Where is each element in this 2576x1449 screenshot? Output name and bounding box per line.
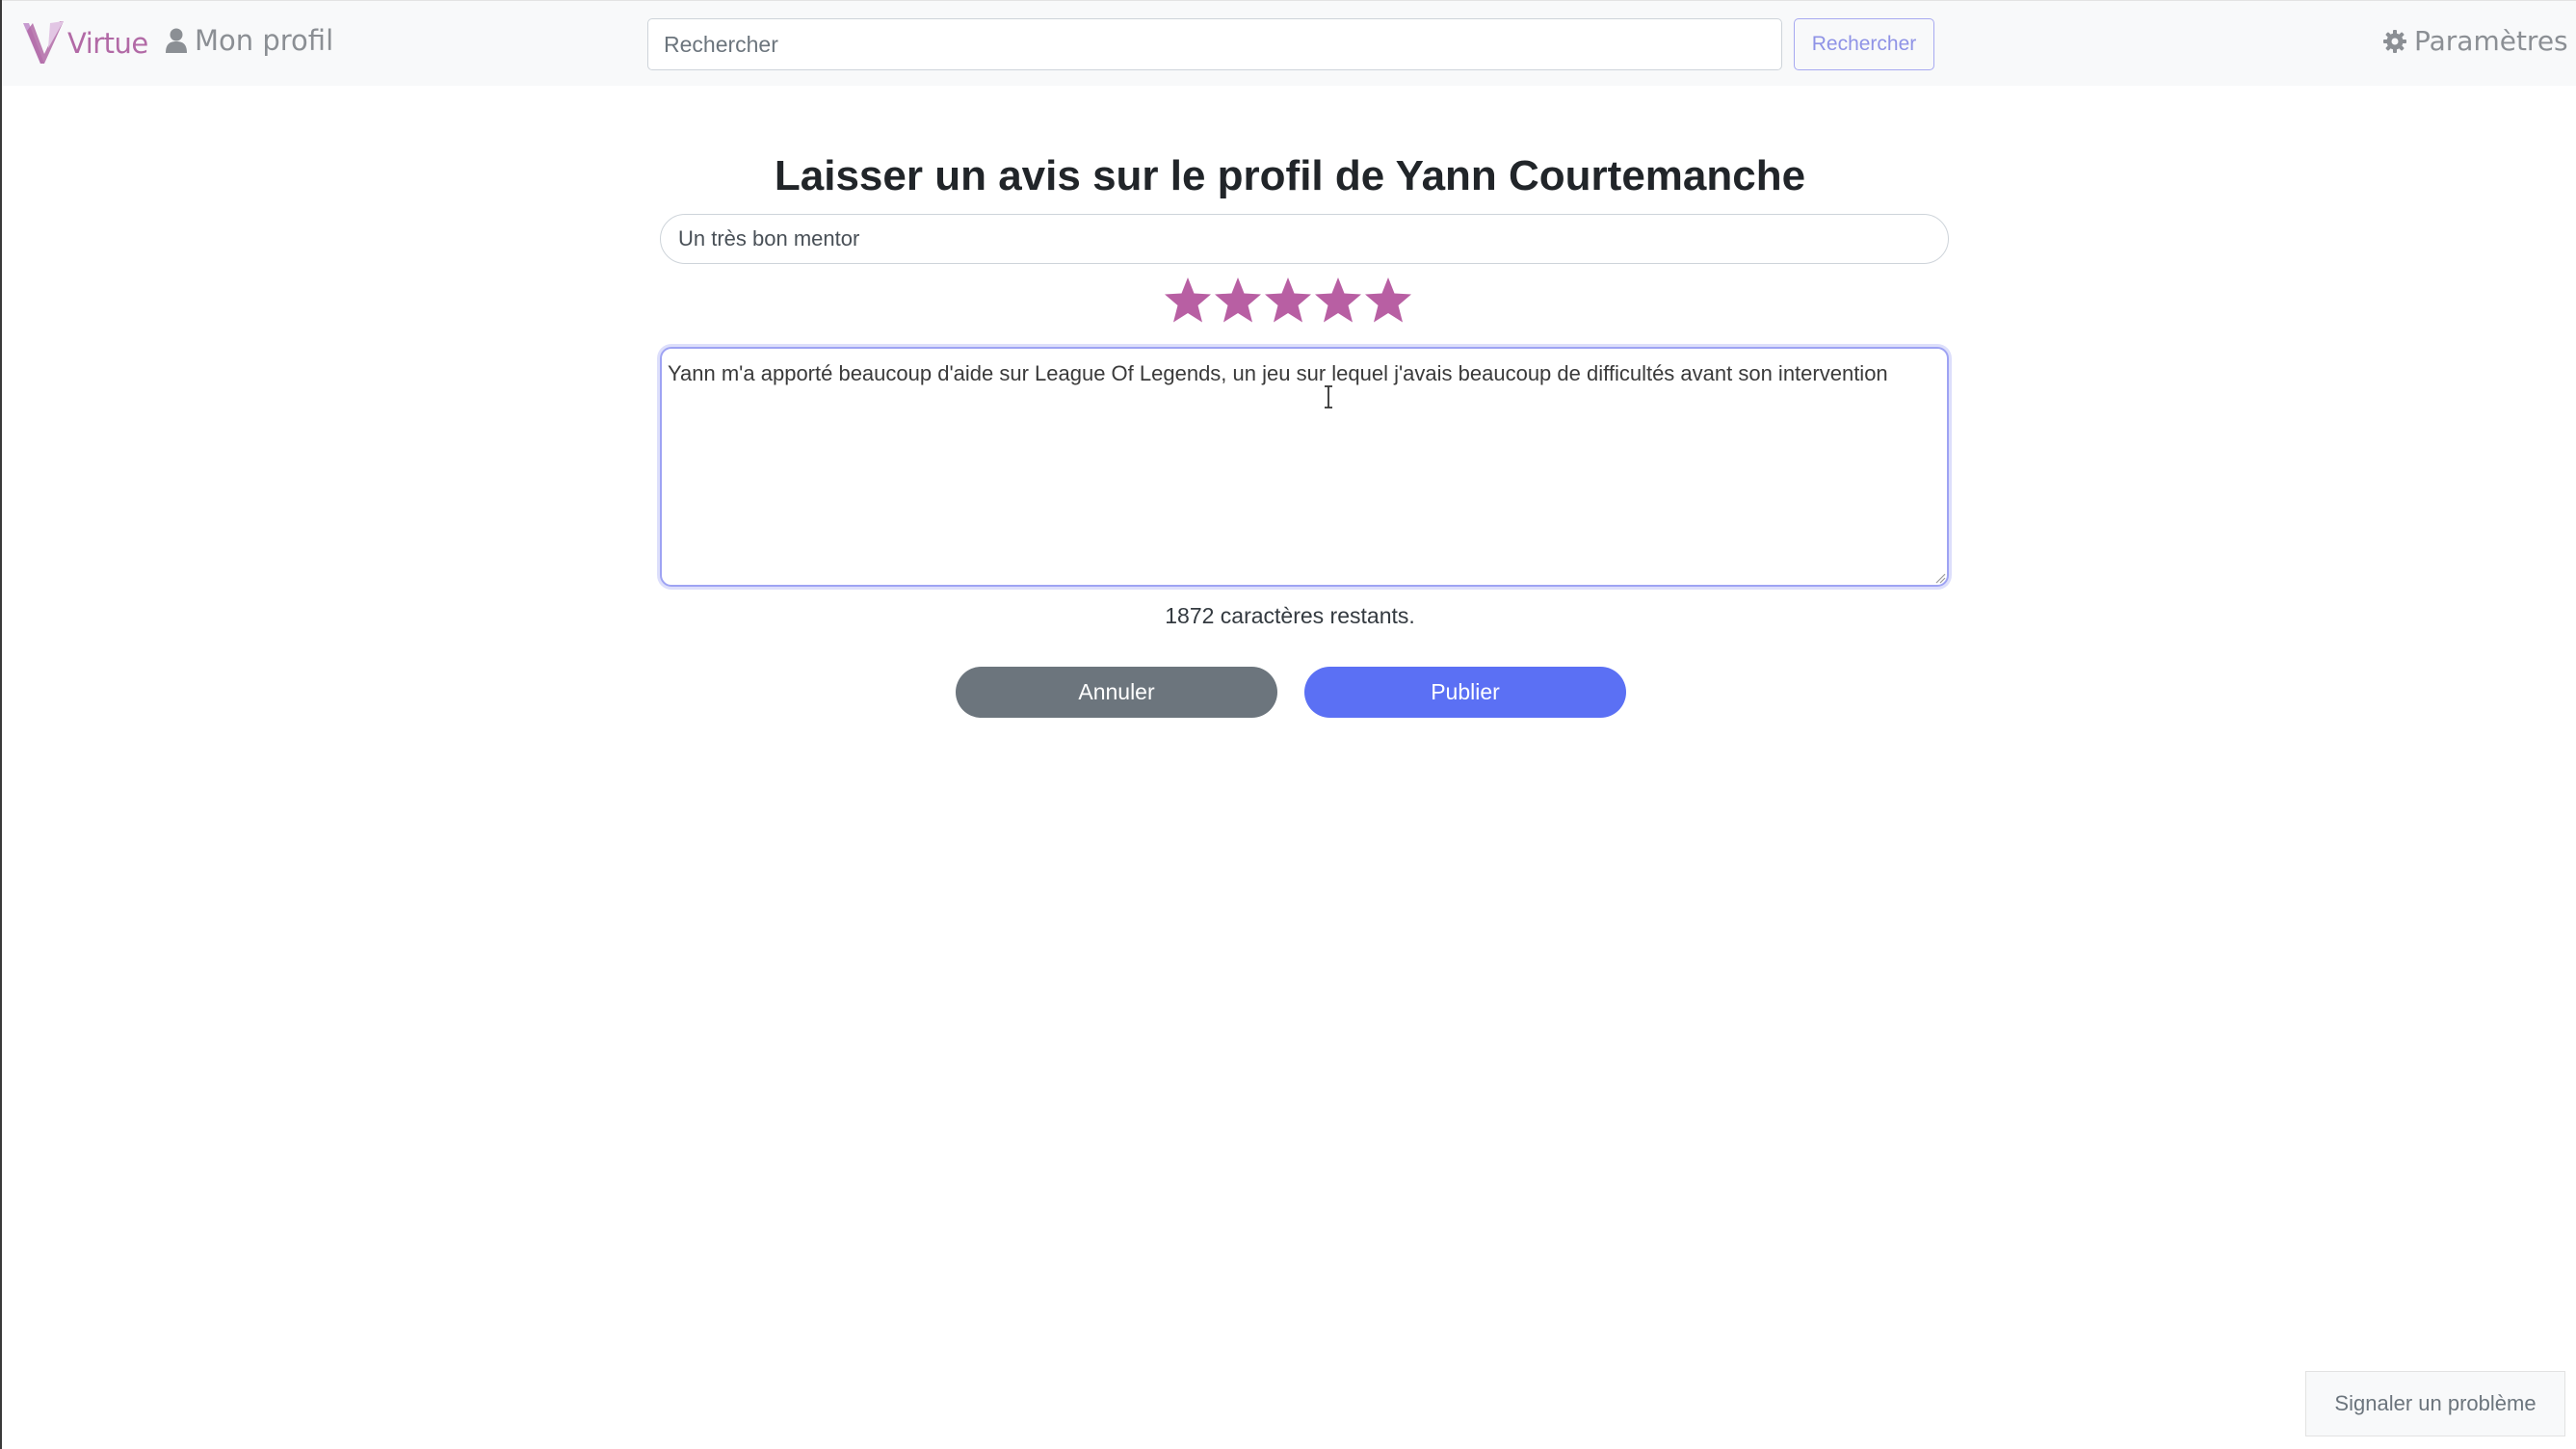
navbar: Virtue Mon profil Rechercher Paramètres bbox=[2, 0, 2576, 86]
gear-icon bbox=[2383, 29, 2406, 53]
search-button[interactable]: Rechercher bbox=[1794, 18, 1934, 70]
report-problem-button[interactable]: Signaler un problème bbox=[2305, 1371, 2565, 1436]
review-title-input[interactable] bbox=[660, 214, 1949, 264]
brand-name: Virtue bbox=[67, 27, 148, 60]
settings-label: Paramètres bbox=[2414, 25, 2568, 57]
page-title: Laisser un avis sur le profil de Yann Co… bbox=[774, 152, 1806, 199]
my-profile-link[interactable]: Mon profil bbox=[166, 24, 333, 57]
publish-button[interactable]: Publier bbox=[1304, 667, 1626, 718]
user-icon bbox=[166, 28, 187, 53]
cancel-button[interactable]: Annuler bbox=[956, 667, 1277, 718]
my-profile-label: Mon profil bbox=[195, 24, 334, 57]
resize-grip-icon[interactable] bbox=[1934, 572, 1946, 584]
characters-remaining: 1872 caractères restants. bbox=[1165, 603, 1415, 628]
virtue-logo-icon bbox=[23, 21, 64, 64]
text-cursor-icon bbox=[1325, 385, 1332, 408]
star-icon-1[interactable] bbox=[1163, 276, 1213, 326]
star-icon-3[interactable] bbox=[1263, 276, 1313, 326]
star-icon-5[interactable] bbox=[1363, 276, 1413, 326]
star-rating bbox=[1163, 276, 1413, 326]
brand-link[interactable]: Virtue bbox=[21, 18, 148, 68]
star-icon-2[interactable] bbox=[1213, 276, 1263, 326]
review-body-textarea[interactable]: Yann m'a apporté beaucoup d'aide sur Lea… bbox=[660, 347, 1949, 587]
settings-link[interactable]: Paramètres bbox=[2383, 25, 2568, 57]
search-input[interactable] bbox=[647, 18, 1782, 70]
star-icon-4[interactable] bbox=[1313, 276, 1363, 326]
